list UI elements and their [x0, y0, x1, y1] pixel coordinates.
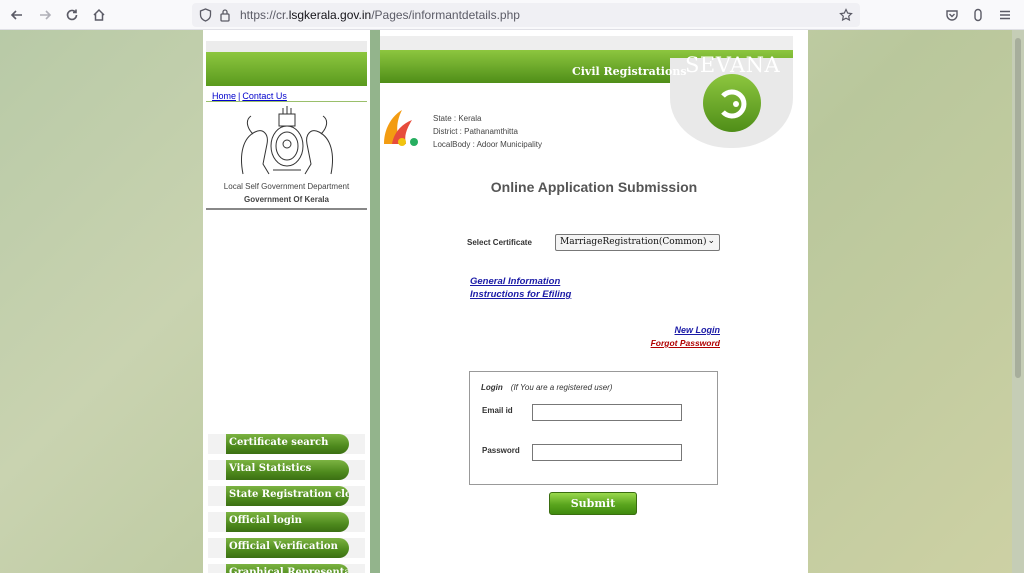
- menu-item-graphical-representation[interactable]: Graphical Representation: [208, 564, 365, 573]
- sevana-logo-icon: [703, 74, 761, 132]
- chevron-down-icon: ⌄: [707, 236, 715, 246]
- menu-item-official-verification[interactable]: Official Verification: [208, 538, 365, 558]
- page-title: Online Application Submission: [490, 179, 698, 195]
- civil-registrations-title: Civil Registrations: [572, 65, 687, 78]
- browser-toolbar: https://cr.lsgkerala.gov.in/Pages/inform…: [0, 0, 1024, 30]
- menu-item-vital-statistics[interactable]: Vital Statistics: [208, 460, 365, 480]
- home-icon[interactable]: [88, 4, 110, 26]
- email-label: Email id: [482, 406, 513, 415]
- submit-button[interactable]: Submit: [549, 492, 637, 515]
- pocket-icon[interactable]: [941, 4, 963, 26]
- shield-icon[interactable]: [194, 4, 216, 26]
- new-login-link[interactable]: New Login: [675, 325, 721, 335]
- divider: [206, 101, 367, 102]
- lock-icon[interactable]: [214, 4, 236, 26]
- general-information-link[interactable]: General Information: [470, 276, 560, 287]
- reload-icon[interactable]: [61, 4, 83, 26]
- url-text: https://cr.lsgkerala.gov.in/Pages/inform…: [240, 8, 520, 22]
- instructions-efiling-link[interactable]: Instructions for Efiling: [470, 289, 571, 300]
- bookmark-star-icon[interactable]: [835, 4, 857, 26]
- address-bar[interactable]: https://cr.lsgkerala.gov.in/Pages/inform…: [192, 3, 860, 27]
- divider: [206, 208, 367, 210]
- account-icon[interactable]: [967, 4, 989, 26]
- login-heading: Login (If You are a registered user): [481, 383, 613, 392]
- menu-item-certificate-search[interactable]: Certificate search: [208, 434, 365, 454]
- password-field[interactable]: [532, 444, 682, 461]
- menu-icon[interactable]: [994, 4, 1016, 26]
- back-icon[interactable]: [6, 4, 28, 26]
- sidebar-menu: Certificate search Vital Statistics Stat…: [208, 434, 365, 573]
- certificate-select[interactable]: MarriageRegistration(Common) ⌄: [555, 234, 720, 251]
- menu-item-state-registration-clock[interactable]: State Registration clock: [208, 486, 365, 506]
- top-links: Home | Contact Us: [212, 91, 287, 101]
- home-link[interactable]: Home: [212, 91, 236, 101]
- district-text: District : Pathanamthitta: [433, 127, 518, 136]
- scrollbar[interactable]: [1012, 30, 1024, 573]
- department-name: Local Self Government Department: [223, 182, 350, 191]
- left-sidebar: Home | Contact Us Local Self Government De…: [203, 30, 370, 573]
- location-info: State : Kerala District : Pathanamthitta…: [433, 112, 542, 151]
- localbody-text: LocalBody : Adoor Municipality: [433, 140, 542, 149]
- main-content: Civil Registrations SEVANA State : Keral…: [380, 30, 808, 573]
- contact-us-link[interactable]: Contact Us: [242, 91, 287, 101]
- password-label: Password: [482, 446, 520, 455]
- government-name: Government Of Kerala: [244, 195, 329, 204]
- sidebar-banner: [206, 41, 367, 86]
- forgot-password-link[interactable]: Forgot Password: [651, 338, 720, 348]
- lsg-logo-icon: [384, 110, 418, 146]
- header-strip: [380, 36, 793, 50]
- scrollbar-thumb[interactable]: [1015, 38, 1021, 378]
- column-divider: [370, 30, 380, 573]
- state-text: State : Kerala: [433, 114, 482, 123]
- login-box: Login (If You are a registered user) Emai…: [469, 371, 718, 485]
- sevana-brand: SEVANA: [685, 53, 781, 77]
- select-certificate-label: Select Certificate: [467, 238, 532, 247]
- forward-icon[interactable]: [34, 4, 56, 26]
- email-field[interactable]: [532, 404, 682, 421]
- menu-item-official-login[interactable]: Official login: [208, 512, 365, 532]
- kerala-emblem-icon: [241, 106, 333, 175]
